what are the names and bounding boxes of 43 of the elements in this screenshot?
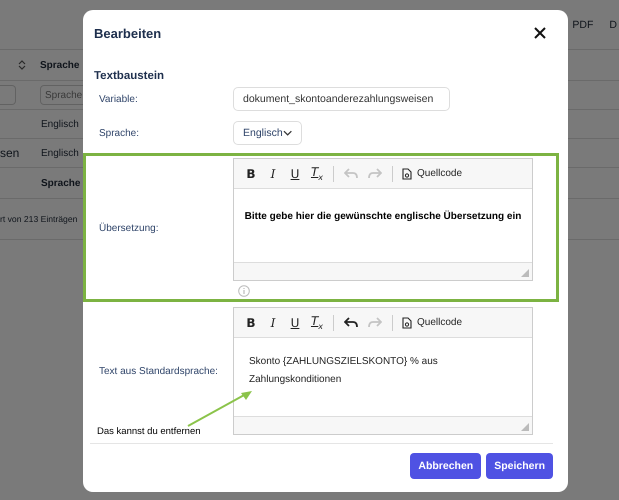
section-title: Textbaustein [93, 69, 166, 82]
resize-handle-icon[interactable] [521, 269, 529, 277]
editor-text: Skonto {ZAHLUNGSZIELSKONTO} % aus [249, 355, 439, 369]
chevron-down-icon [282, 130, 292, 136]
table-footer-text: rt von 213 Einträgen [0, 214, 78, 224]
document-icon [402, 168, 412, 180]
column-header: Sprache [40, 60, 80, 70]
close-icon[interactable] [534, 27, 546, 39]
bold-format-button[interactable]: B [242, 166, 260, 180]
table-cell: Englisch [41, 118, 79, 130]
italic-format-button[interactable]: I [264, 316, 282, 330]
dialog-title: Bearbeiten [94, 26, 162, 40]
dialog-button[interactable]: Speichern [486, 453, 553, 479]
annotation-arrow [188, 391, 252, 427]
resize-handle-icon[interactable] [521, 423, 529, 431]
sort-icon [18, 60, 26, 70]
text-editor[interactable]: B I U T$_{x}$ Quellcode Skonto {ZAHLUNGSZIELSKONTO} % aus Zahlungskonditionen [233, 307, 533, 435]
header-link[interactable]: D [609, 18, 617, 30]
undo-icon[interactable] [344, 317, 358, 328]
filter-field[interactable] [0, 85, 16, 105]
underline-format-button[interactable]: U [286, 166, 304, 180]
annotation-text: Das kannst du entfernen [97, 426, 201, 437]
text-editor[interactable]: B I U T$_{x}$ Quellcode Bitte gebe hier die gewünschte englische Übersetzung ein [233, 158, 533, 281]
source-code-button[interactable]: Quellcode [400, 168, 464, 180]
field-label: Sprache: [99, 128, 140, 138]
column-header: Sprache [41, 178, 80, 188]
clear-format-button[interactable]: T$_{x}$ [308, 314, 326, 331]
bold-format-button[interactable]: B [242, 316, 260, 330]
language-select[interactable]: Englisch [233, 121, 302, 145]
document-icon [402, 316, 412, 328]
table-cell: Englisch [41, 148, 79, 158]
header-link[interactable]: PDF [572, 18, 594, 30]
variable-field[interactable]: dokument_skontoanderezahlungsweisen [233, 87, 450, 111]
table-cell-text: sen [0, 146, 20, 160]
italic-format-button[interactable]: I [264, 166, 282, 180]
underline-format-button[interactable]: U [286, 316, 304, 330]
source-code-button[interactable]: Quellcode [400, 316, 464, 328]
field-label: Text aus Standardsprache: [99, 366, 219, 376]
editor-text: Zahlungskonditionen [249, 373, 342, 387]
annotation-text: Bitte gebe hier die gewünschte englische Übersetzung ein [244, 211, 522, 222]
clear-format-button[interactable]: T$_{x}$ [308, 165, 326, 182]
field-label: Übersetzung: [99, 223, 160, 234]
dialog-button[interactable]: Abbrechen [410, 453, 482, 479]
